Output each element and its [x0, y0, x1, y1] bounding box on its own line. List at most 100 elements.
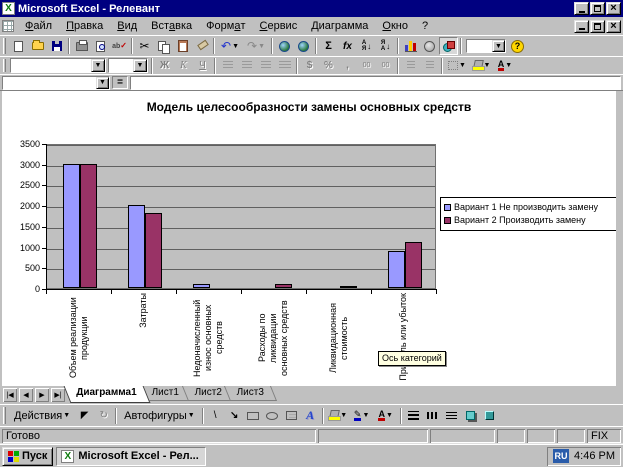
fill-color-button[interactable]: ▼	[469, 58, 493, 74]
chart-legend[interactable]: Вариант 1 Не производить заменуВариант 2…	[440, 197, 616, 231]
zoom-select[interactable]: ▼	[466, 39, 506, 53]
draw-fill-color-button[interactable]: ▼	[326, 407, 350, 425]
web-toolbar-button[interactable]	[294, 37, 313, 55]
free-rotate-button[interactable]: ↻	[94, 407, 113, 425]
close-button[interactable]: ×	[606, 2, 621, 15]
print-preview-button[interactable]	[91, 37, 110, 55]
toolbar-grip[interactable]	[3, 59, 6, 73]
menu-item-8[interactable]: ?	[415, 18, 435, 34]
currency-style-button[interactable]: $	[300, 58, 319, 74]
merge-center-button[interactable]	[275, 58, 294, 74]
excel-app-icon[interactable]: X	[2, 2, 15, 15]
y-axis-label[interactable]: 2500	[4, 180, 40, 190]
clock[interactable]: 4:46 PM	[574, 450, 615, 462]
chart-bar-series2-cat5[interactable]	[340, 286, 357, 288]
bold-button[interactable]: Ж	[155, 58, 174, 74]
wordart-button[interactable]: A	[301, 407, 320, 425]
menu-item-5[interactable]: Сервис	[253, 18, 305, 34]
spelling-button[interactable]: ab✓	[110, 37, 129, 55]
increase-indent-button[interactable]	[420, 58, 439, 74]
align-left-button[interactable]	[218, 58, 237, 74]
y-axis-label[interactable]: 3000	[4, 160, 40, 170]
align-right-button[interactable]	[256, 58, 275, 74]
previous-sheet-button[interactable]: ◀	[18, 387, 34, 403]
font-size-select[interactable]: ▼	[108, 58, 148, 73]
minimize-button[interactable]	[574, 2, 589, 15]
percent-style-button[interactable]: %	[319, 58, 338, 74]
child-close-button[interactable]: ×	[606, 20, 621, 33]
chart-title[interactable]: Модель целесообразности замены основных …	[2, 100, 616, 114]
rectangle-button[interactable]	[244, 407, 263, 425]
draw-font-color-button[interactable]: А▼	[374, 407, 398, 425]
draw-actions-button[interactable]: Действия▼	[9, 407, 75, 425]
formula-input[interactable]	[130, 76, 621, 90]
menu-item-4[interactable]: Формат	[199, 18, 252, 34]
menu-item-7[interactable]: Окно	[375, 18, 415, 34]
y-axis-label[interactable]: 1000	[4, 243, 40, 253]
borders-button[interactable]: ▼	[445, 58, 469, 74]
font-color-button[interactable]: А▼	[493, 58, 517, 74]
underline-button[interactable]: Ч	[193, 58, 212, 74]
next-sheet-button[interactable]: ▶	[34, 387, 50, 403]
redo-button[interactable]: ↷▼	[243, 37, 269, 55]
shadow-button[interactable]	[461, 407, 480, 425]
line-style-button[interactable]	[404, 407, 423, 425]
decrease-indent-button[interactable]	[401, 58, 420, 74]
toolbar-grip[interactable]	[3, 407, 6, 424]
cut-button[interactable]: ✂	[135, 37, 154, 55]
category-axis-label[interactable]: Объем реализации продукции	[68, 293, 90, 383]
menu-item-0[interactable]: Файл	[18, 18, 59, 34]
child-restore-button[interactable]	[590, 20, 605, 33]
toolbar-grip[interactable]	[3, 38, 6, 54]
chart-bar-series2-cat4[interactable]	[275, 284, 292, 288]
category-axis-label[interactable]: Затраты	[138, 293, 149, 328]
paste-function-button[interactable]: fx	[338, 37, 357, 55]
select-objects-button[interactable]: ◤	[75, 407, 94, 425]
chart-bar-series2-cat2[interactable]	[145, 213, 162, 288]
sheet-tab-3[interactable]: Лист3	[224, 386, 277, 401]
text-box-button[interactable]	[282, 407, 301, 425]
chart-bar-series1-cat3[interactable]	[193, 284, 210, 288]
legend-entry[interactable]: Вариант 1 Не производить замену	[444, 201, 615, 214]
child-minimize-button[interactable]	[574, 20, 589, 33]
start-button[interactable]: Пуск	[2, 447, 53, 466]
taskbar-window-button[interactable]: X Microsoft Excel - Рел...	[56, 447, 206, 466]
undo-button[interactable]: ↶▼	[217, 37, 243, 55]
last-sheet-button[interactable]: ▶|	[50, 387, 66, 403]
menu-item-1[interactable]: Правка	[59, 18, 110, 34]
map-button[interactable]	[420, 37, 439, 55]
sort-descending-button[interactable]: ЯА ↓	[376, 37, 395, 55]
increase-decimal-button[interactable]: 00	[357, 58, 376, 74]
y-axis-label[interactable]: 500	[4, 263, 40, 273]
equals-button[interactable]: =	[112, 76, 128, 89]
y-axis-label[interactable]: 1500	[4, 222, 40, 232]
name-box-dropdown-arrow[interactable]: ▼	[96, 77, 109, 89]
arrow-style-button[interactable]	[442, 407, 461, 425]
chart-sheet[interactable]: Модель целесообразности замены основных …	[2, 91, 616, 386]
workbook-icon[interactable]	[2, 20, 14, 32]
oval-button[interactable]	[263, 407, 282, 425]
restore-button[interactable]	[590, 2, 605, 15]
chart-bar-series1-cat6[interactable]	[388, 251, 405, 288]
chart-bar-series1-cat2[interactable]	[128, 205, 145, 288]
save-button[interactable]	[47, 37, 66, 55]
drawing-toggle-button[interactable]	[439, 37, 458, 55]
first-sheet-button[interactable]: |◀	[2, 387, 18, 403]
font-dropdown-arrow[interactable]: ▼	[91, 59, 105, 72]
y-axis-label[interactable]: 3500	[4, 139, 40, 149]
font-size-dropdown-arrow[interactable]: ▼	[133, 59, 147, 72]
category-axis-label[interactable]: Недоначисленный износ основных средств	[192, 293, 225, 383]
menu-item-3[interactable]: Вставка	[144, 18, 199, 34]
insert-hyperlink-button[interactable]	[275, 37, 294, 55]
category-axis-label[interactable]: Прибыль или убыток	[398, 293, 409, 381]
menu-item-2[interactable]: Вид	[110, 18, 144, 34]
autosum-button[interactable]: Σ	[319, 37, 338, 55]
language-indicator[interactable]: RU	[553, 449, 569, 463]
font-select[interactable]: ▼	[10, 58, 106, 73]
assistant-help-button[interactable]: ?	[508, 37, 527, 55]
name-box[interactable]: ▼	[2, 76, 110, 90]
draw-line-color-button[interactable]: ✎▼	[350, 407, 374, 425]
italic-button[interactable]: К	[174, 58, 193, 74]
line-button[interactable]: \	[206, 407, 225, 425]
decrease-decimal-button[interactable]: 00	[376, 58, 395, 74]
